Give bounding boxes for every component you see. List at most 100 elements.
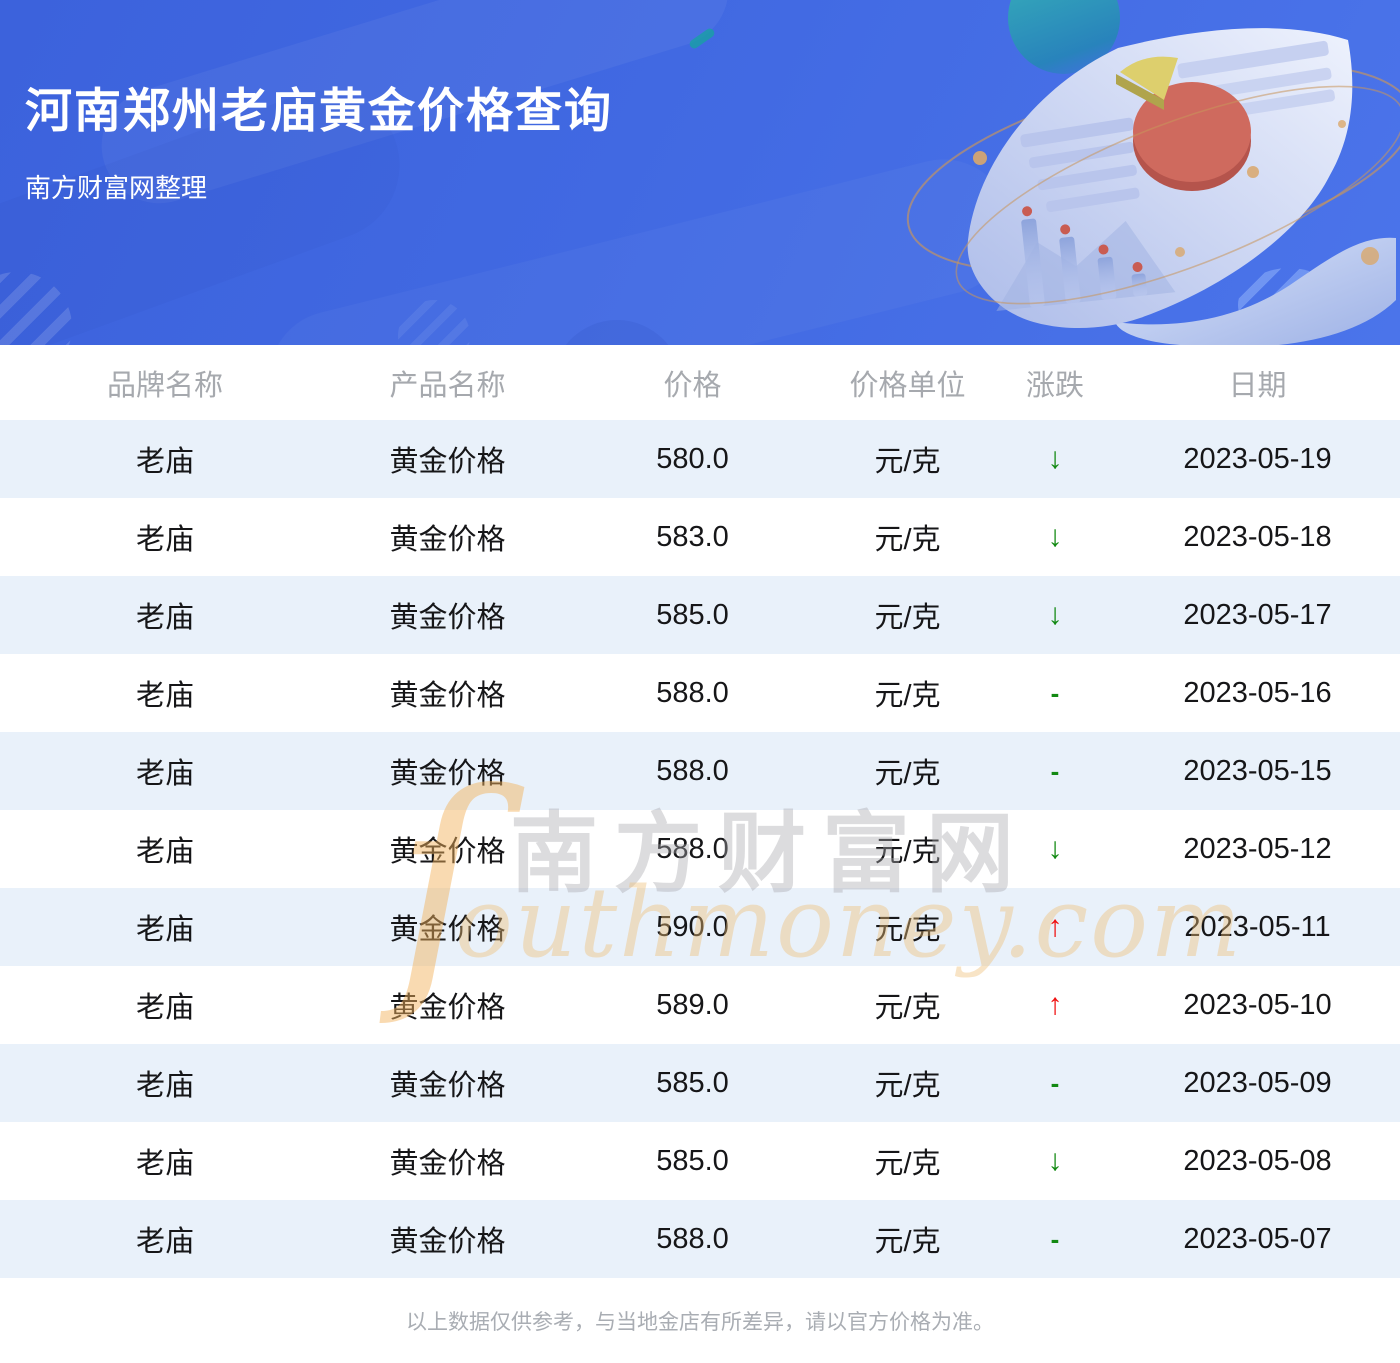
unit-cell: 元/克 <box>874 914 941 946</box>
brand-cell: 老庙 <box>135 1226 194 1258</box>
brand-cell: 老庙 <box>135 680 194 712</box>
column-header-price: 价格 <box>565 345 820 420</box>
change-indicator: ↑ <box>1047 910 1063 943</box>
brand-cell: 老庙 <box>135 524 194 556</box>
unit-cell: 元/克 <box>874 446 941 478</box>
table-row: 老庙 黄金价格 589.0 元/克 ↑ 2023-05-10 <box>0 966 1400 1044</box>
price-cell: 589.0 <box>656 988 729 1021</box>
price-cell: 588.0 <box>656 1222 729 1255</box>
date-cell: 2023-05-12 <box>1183 832 1332 865</box>
price-cell: 588.0 <box>656 676 729 709</box>
table-row: 老庙 黄金价格 585.0 元/克 ↓ 2023-05-08 <box>0 1122 1400 1200</box>
page-title: 河南郑州老庙黄金价格查询 <box>25 84 613 137</box>
brand-cell: 老庙 <box>135 1148 194 1180</box>
product-cell: 黄金价格 <box>389 1148 506 1180</box>
page-subtitle: 南方财富网整理 <box>25 173 208 203</box>
table-row: 老庙 黄金价格 583.0 元/克 ↓ 2023-05-18 <box>0 498 1400 576</box>
product-cell: 黄金价格 <box>389 680 506 712</box>
change-indicator: ↓ <box>1047 520 1063 553</box>
unit-cell: 元/克 <box>874 524 941 556</box>
banner: 河南郑州老庙黄金价格查询 南方财富网整理 <box>0 0 1400 345</box>
brand-cell: 老庙 <box>135 758 194 790</box>
product-cell: 黄金价格 <box>389 524 506 556</box>
date-cell: 2023-05-09 <box>1183 1066 1332 1099</box>
price-table-section: 品牌名称 产品名称 价格 价格单位 涨跌 日期 老庙 黄金价格 580.0 元/… <box>0 345 1400 1336</box>
date-cell: 2023-05-07 <box>1183 1222 1332 1255</box>
price-cell: 585.0 <box>656 598 729 631</box>
column-header-date: 日期 <box>1115 345 1400 420</box>
report-illustration <box>906 28 1400 345</box>
product-cell: 黄金价格 <box>389 914 506 946</box>
price-cell: 585.0 <box>656 1144 729 1177</box>
table-header: 品牌名称 产品名称 价格 价格单位 涨跌 日期 <box>0 345 1400 420</box>
change-indicator: ↓ <box>1047 1144 1063 1177</box>
table-body: 老庙 黄金价格 580.0 元/克 ↓ 2023-05-19 老庙 黄金价格 5… <box>0 420 1400 1278</box>
product-cell: 黄金价格 <box>389 602 506 634</box>
disclaimer-note: 以上数据仅供参考，与当地金店有所差异，请以官方价格为准。 <box>406 1311 994 1334</box>
brand-cell: 老庙 <box>135 836 194 868</box>
table-row: 老庙 黄金价格 580.0 元/克 ↓ 2023-05-19 <box>0 420 1400 498</box>
column-header-brand: 品牌名称 <box>0 345 330 420</box>
unit-cell: 元/克 <box>874 1148 941 1180</box>
change-cell: - <box>995 1200 1115 1278</box>
date-cell: 2023-05-15 <box>1183 754 1332 787</box>
change-cell: - <box>995 654 1115 732</box>
product-cell: 黄金价格 <box>389 446 506 478</box>
unit-cell: 元/克 <box>874 836 941 868</box>
change-indicator: ↓ <box>1047 442 1063 475</box>
brand-cell: 老庙 <box>135 992 194 1024</box>
unit-cell: 元/克 <box>874 992 941 1024</box>
table-row: 老庙 黄金价格 588.0 元/克 - 2023-05-15 <box>0 732 1400 810</box>
brand-cell: 老庙 <box>135 914 194 946</box>
column-header-change: 涨跌 <box>995 345 1115 420</box>
column-header-product: 产品名称 <box>330 345 565 420</box>
brand-cell: 老庙 <box>135 602 194 634</box>
change-indicator: - <box>1050 677 1060 708</box>
date-cell: 2023-05-08 <box>1183 1144 1332 1177</box>
change-cell: ↓ <box>995 498 1115 576</box>
date-cell: 2023-05-10 <box>1183 988 1332 1021</box>
product-cell: 黄金价格 <box>389 836 506 868</box>
change-cell: ↓ <box>995 576 1115 654</box>
table-row: 老庙 黄金价格 590.0 元/克 ↑ 2023-05-11 <box>0 888 1400 966</box>
unit-cell: 元/克 <box>874 602 941 634</box>
change-indicator: ↓ <box>1047 832 1063 865</box>
change-cell: ↑ <box>995 966 1115 1044</box>
price-cell: 583.0 <box>656 520 729 553</box>
change-cell: ↓ <box>995 1122 1115 1200</box>
table-row: 老庙 黄金价格 588.0 元/克 - 2023-05-16 <box>0 654 1400 732</box>
date-cell: 2023-05-16 <box>1183 676 1332 709</box>
unit-cell: 元/克 <box>874 758 941 790</box>
change-indicator: - <box>1050 1223 1060 1254</box>
change-indicator: ↑ <box>1047 988 1063 1021</box>
unit-cell: 元/克 <box>874 1070 941 1102</box>
change-indicator: ↓ <box>1047 598 1063 631</box>
table-row: 老庙 黄金价格 588.0 元/克 ↓ 2023-05-12 <box>0 810 1400 888</box>
price-cell: 580.0 <box>656 442 729 475</box>
change-cell: ↓ <box>995 810 1115 888</box>
table-row: 老庙 黄金价格 585.0 元/克 ↓ 2023-05-17 <box>0 576 1400 654</box>
change-cell: ↑ <box>995 888 1115 966</box>
price-cell: 588.0 <box>656 754 729 787</box>
product-cell: 黄金价格 <box>389 992 506 1024</box>
product-cell: 黄金价格 <box>389 1226 506 1258</box>
table-row: 老庙 黄金价格 588.0 元/克 - 2023-05-07 <box>0 1200 1400 1278</box>
change-indicator: - <box>1050 755 1060 786</box>
change-indicator: - <box>1050 1067 1060 1098</box>
unit-cell: 元/克 <box>874 1226 941 1258</box>
date-cell: 2023-05-19 <box>1183 442 1332 475</box>
product-cell: 黄金价格 <box>389 758 506 790</box>
product-cell: 黄金价格 <box>389 1070 506 1102</box>
brand-cell: 老庙 <box>135 446 194 478</box>
change-cell: - <box>995 1044 1115 1122</box>
table-row: 老庙 黄金价格 585.0 元/克 - 2023-05-09 <box>0 1044 1400 1122</box>
gold-price-table: 品牌名称 产品名称 价格 价格单位 涨跌 日期 老庙 黄金价格 580.0 元/… <box>0 345 1400 1278</box>
date-cell: 2023-05-11 <box>1184 910 1331 943</box>
change-cell: - <box>995 732 1115 810</box>
date-cell: 2023-05-18 <box>1183 520 1332 553</box>
price-cell: 588.0 <box>656 832 729 865</box>
price-cell: 585.0 <box>656 1066 729 1099</box>
date-cell: 2023-05-17 <box>1183 598 1332 631</box>
change-cell: ↓ <box>995 420 1115 498</box>
price-cell: 590.0 <box>656 910 729 943</box>
